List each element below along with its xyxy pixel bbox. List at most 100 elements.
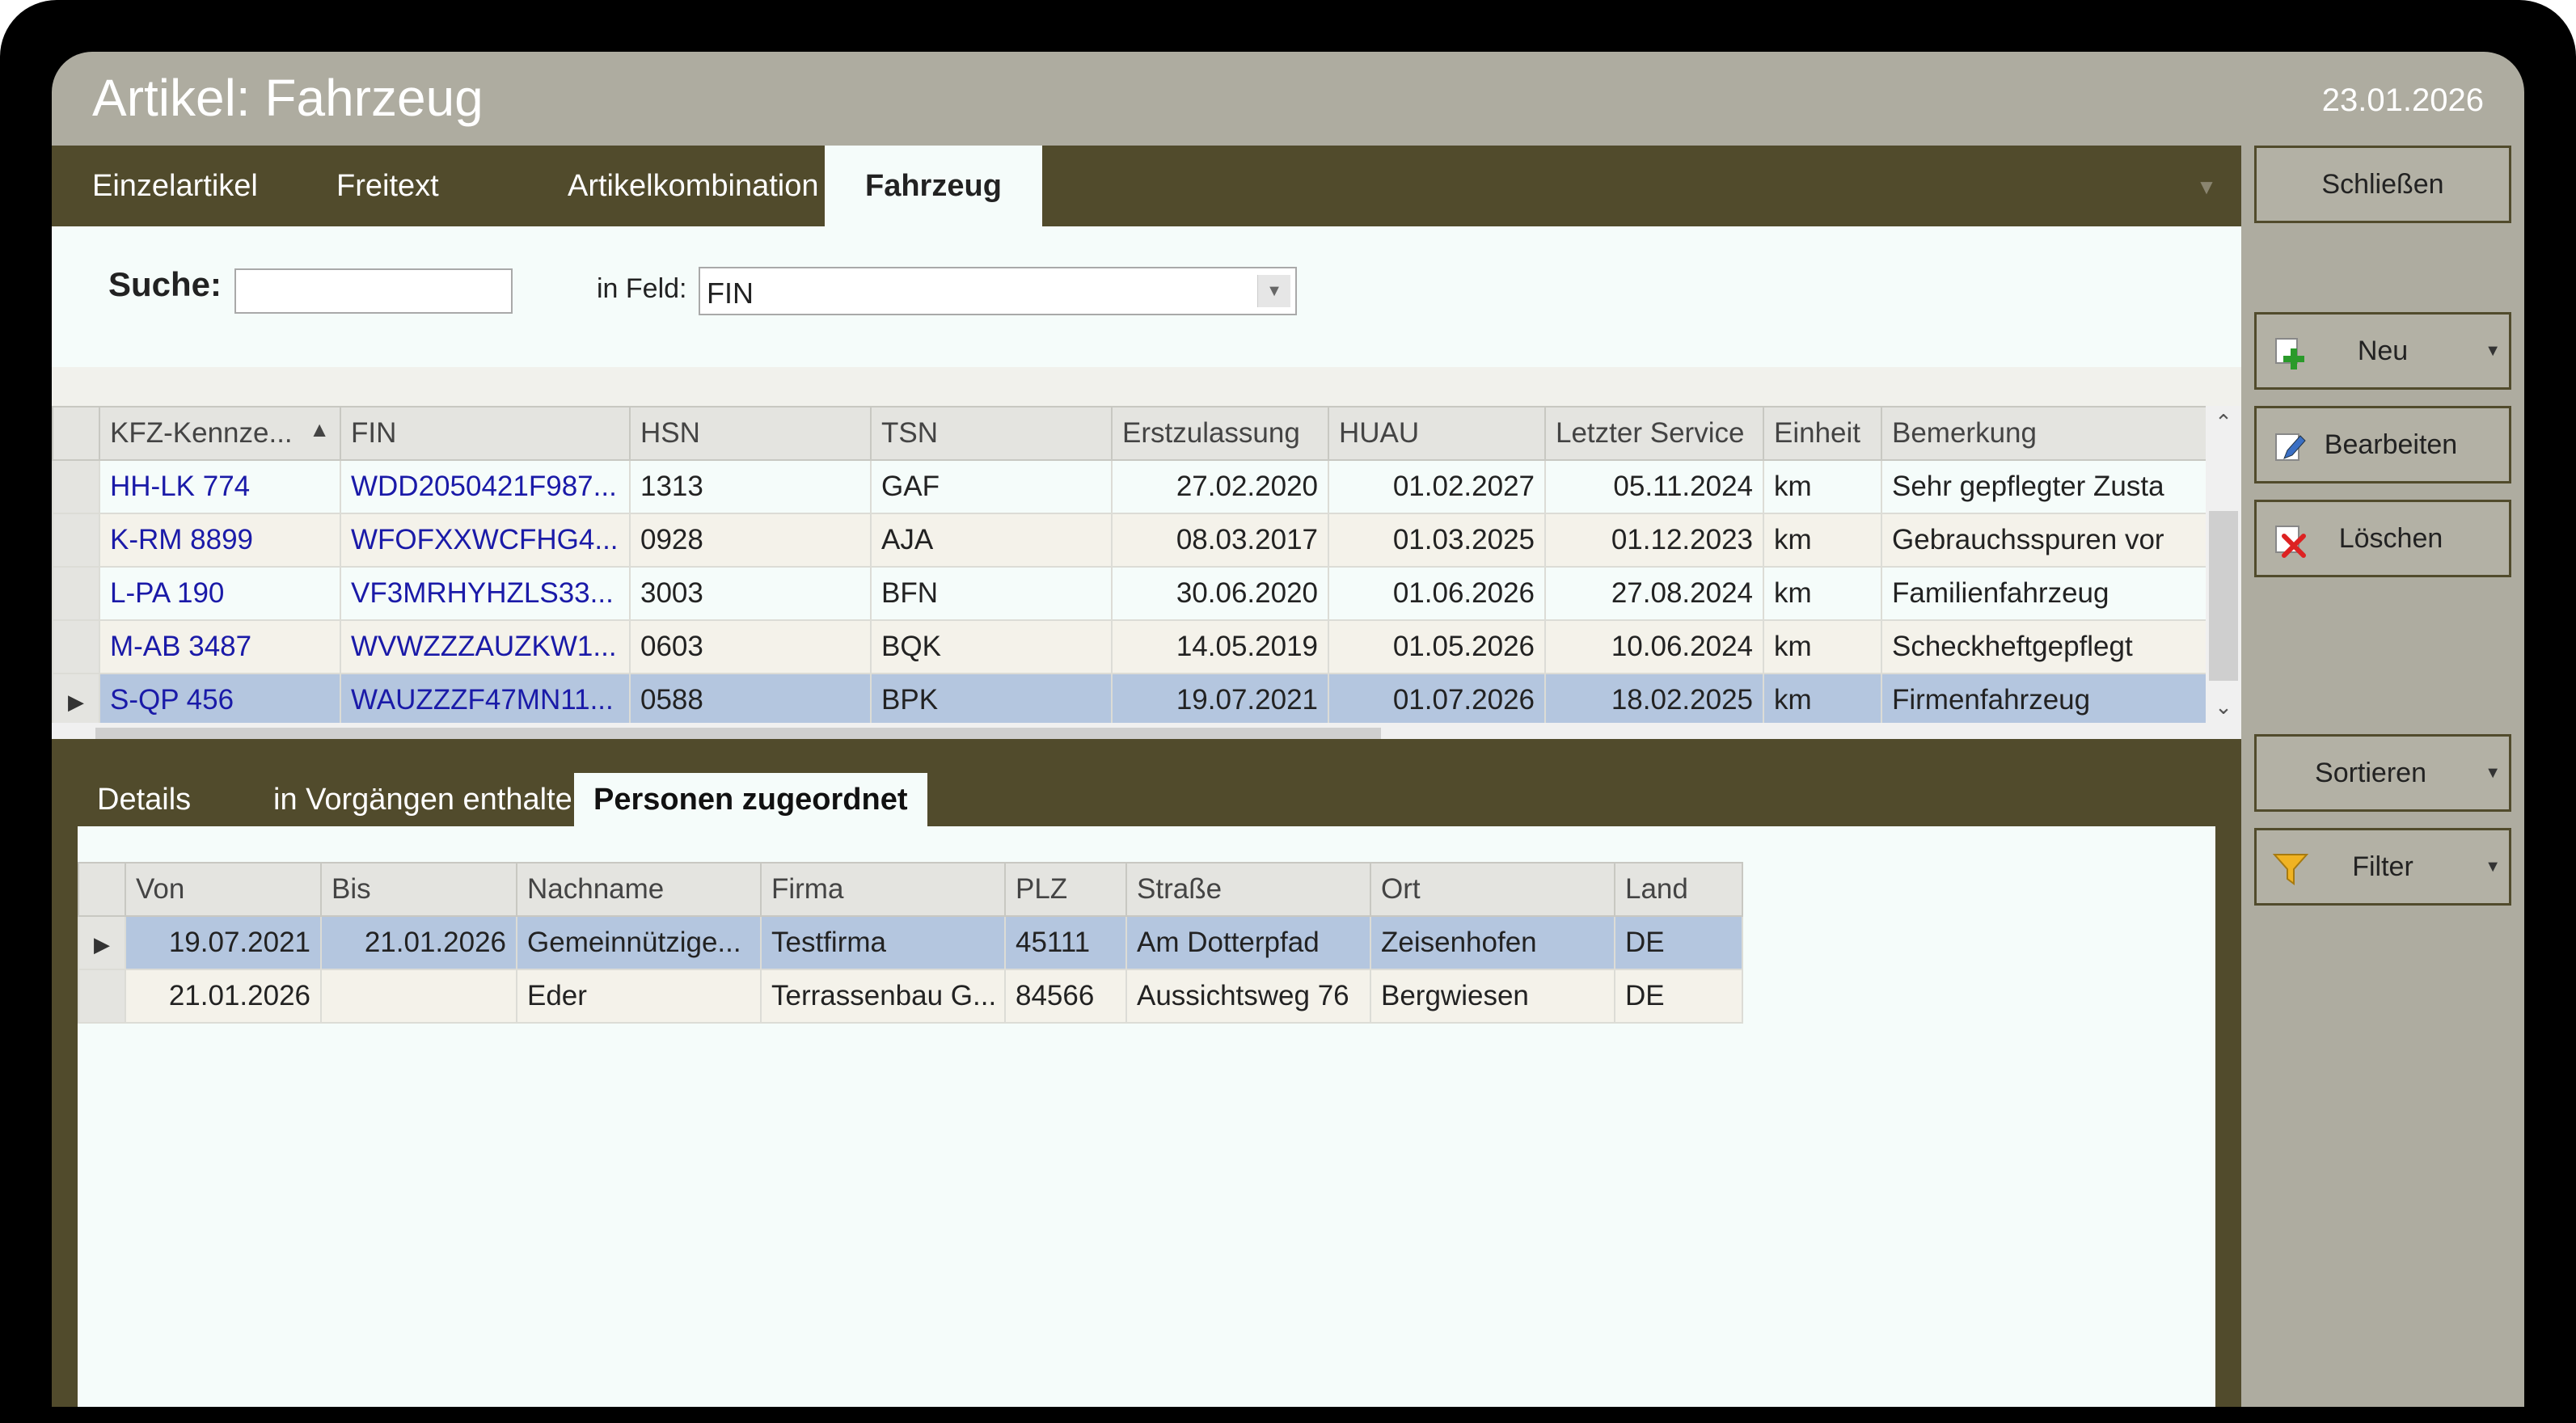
sort-button[interactable]: Sortieren ▼ bbox=[2254, 734, 2511, 812]
cell-letzter-service: 01.12.2023 bbox=[1544, 513, 1764, 568]
cell-einheit: km bbox=[1763, 459, 1882, 514]
vertical-scroll-thumb[interactable] bbox=[2209, 511, 2238, 681]
table-row[interactable]: 21.01.2026 Eder Terrassenbau G... 84566 … bbox=[78, 969, 1743, 1024]
table-row-selected[interactable]: ▶ 19.07.2021 21.01.2026 Gemeinnützige...… bbox=[78, 915, 1743, 970]
column-header-einheit[interactable]: Einheit bbox=[1763, 406, 1882, 461]
cell-land: DE bbox=[1614, 915, 1743, 970]
vehicle-table-header: KFZ-Kennze... ▲ FIN HSN TSN Erstzulassun… bbox=[52, 406, 2207, 461]
cell-strasse: Aussichtsweg 76 bbox=[1125, 969, 1371, 1024]
tab-einzelartikel[interactable]: Einzelartikel bbox=[52, 146, 298, 226]
persons-table-header: Von Bis Nachname Firma PLZ Straße Ort La… bbox=[78, 862, 1743, 917]
chevron-down-icon[interactable]: ▼ bbox=[2485, 315, 2501, 387]
column-header-bis[interactable]: Bis bbox=[320, 862, 517, 917]
cell-von: 21.01.2026 bbox=[125, 969, 322, 1024]
tab-freitext[interactable]: Freitext bbox=[296, 146, 479, 226]
cell-von: 19.07.2021 bbox=[125, 915, 322, 970]
cell-fin[interactable]: VF3MRHYHZLS33... bbox=[340, 566, 631, 621]
column-header-erstzulassung[interactable]: Erstzulassung bbox=[1111, 406, 1329, 461]
cell-erstzulassung: 08.03.2017 bbox=[1111, 513, 1329, 568]
cell-hsn: 1313 bbox=[629, 459, 872, 514]
row-selector[interactable] bbox=[52, 459, 100, 514]
column-header-nachname[interactable]: Nachname bbox=[516, 862, 762, 917]
scroll-down-icon[interactable]: ⌄ bbox=[2206, 690, 2241, 723]
row-selector-header bbox=[78, 862, 126, 917]
chevron-down-icon[interactable]: ▼ bbox=[2485, 830, 2501, 903]
row-selector-header bbox=[52, 406, 100, 461]
row-selector[interactable] bbox=[52, 566, 100, 621]
cell-fin[interactable]: WAUZZZF47MN11... bbox=[340, 673, 631, 728]
table-row[interactable]: L-PA 190 VF3MRHYHZLS33... 3003 BFN 30.06… bbox=[52, 566, 2207, 621]
cell-bemerkung: Scheckheftgepflegt bbox=[1881, 619, 2207, 674]
search-field-select[interactable]: FIN ▼ bbox=[699, 267, 1297, 315]
cell-letzter-service: 27.08.2024 bbox=[1544, 566, 1764, 621]
cell-fin[interactable]: WFOFXXWCFHG4... bbox=[340, 513, 631, 568]
delete-button[interactable]: Löschen bbox=[2254, 500, 2511, 577]
cell-ort: Zeisenhofen bbox=[1370, 915, 1615, 970]
cell-bis bbox=[320, 969, 517, 1024]
tab-overflow-icon[interactable]: ▼ bbox=[2194, 175, 2219, 199]
scroll-up-icon[interactable]: ⌃ bbox=[2206, 406, 2241, 438]
vertical-scrollbar[interactable]: ⌃ ⌄ bbox=[2206, 406, 2241, 723]
tab-details[interactable]: Details bbox=[78, 773, 210, 826]
column-header-kennzeichen[interactable]: KFZ-Kennze... ▲ bbox=[99, 406, 341, 461]
cell-fin[interactable]: WVWZZZAUZKW1... bbox=[340, 619, 631, 674]
chevron-down-icon[interactable]: ▼ bbox=[1257, 275, 1290, 307]
cell-kennzeichen[interactable]: K-RM 8899 bbox=[99, 513, 341, 568]
column-header-huau[interactable]: HUAU bbox=[1328, 406, 1546, 461]
cell-huau: 01.07.2026 bbox=[1328, 673, 1546, 728]
column-header-land[interactable]: Land bbox=[1614, 862, 1743, 917]
new-button[interactable]: Neu ▼ bbox=[2254, 312, 2511, 390]
column-header-firma[interactable]: Firma bbox=[760, 862, 1006, 917]
column-header-tsn[interactable]: TSN bbox=[870, 406, 1113, 461]
cell-tsn: BPK bbox=[870, 673, 1113, 728]
current-row-marker-icon[interactable]: ▶ bbox=[52, 673, 100, 728]
cell-erstzulassung: 30.06.2020 bbox=[1111, 566, 1329, 621]
cell-kennzeichen[interactable]: S-QP 456 bbox=[99, 673, 341, 728]
column-header-letzter-service[interactable]: Letzter Service bbox=[1544, 406, 1764, 461]
row-selector[interactable] bbox=[78, 969, 126, 1024]
cell-kennzeichen[interactable]: HH-LK 774 bbox=[99, 459, 341, 514]
search-field-value: FIN bbox=[707, 277, 754, 310]
close-button[interactable]: Schließen bbox=[2254, 146, 2511, 223]
column-header-bemerkung[interactable]: Bemerkung bbox=[1881, 406, 2207, 461]
cell-huau: 01.06.2026 bbox=[1328, 566, 1546, 621]
current-row-marker-icon[interactable]: ▶ bbox=[78, 915, 126, 970]
filter-button[interactable]: Filter ▼ bbox=[2254, 828, 2511, 906]
cell-plz: 45111 bbox=[1004, 915, 1127, 970]
table-row[interactable]: HH-LK 774 WDD2050421F987... 1313 GAF 27.… bbox=[52, 459, 2207, 514]
table-row[interactable]: M-AB 3487 WVWZZZAUZKW1... 0603 BQK 14.05… bbox=[52, 619, 2207, 674]
search-input[interactable] bbox=[234, 268, 513, 314]
column-header-ort[interactable]: Ort bbox=[1370, 862, 1615, 917]
column-header-fin[interactable]: FIN bbox=[340, 406, 631, 461]
table-row-selected[interactable]: ▶ S-QP 456 WAUZZZF47MN11... 0588 BPK 19.… bbox=[52, 673, 2207, 728]
cell-hsn: 0588 bbox=[629, 673, 872, 728]
chevron-down-icon[interactable]: ▼ bbox=[2485, 737, 2501, 809]
edit-button[interactable]: Bearbeiten bbox=[2254, 406, 2511, 483]
column-header-plz[interactable]: PLZ bbox=[1004, 862, 1127, 917]
cell-bis: 21.01.2026 bbox=[320, 915, 517, 970]
column-header-von[interactable]: Von bbox=[125, 862, 322, 917]
group-strip bbox=[52, 367, 2241, 406]
cell-fin[interactable]: WDD2050421F987... bbox=[340, 459, 631, 514]
row-selector[interactable] bbox=[52, 619, 100, 674]
persons-table: Von Bis Nachname Firma PLZ Straße Ort La… bbox=[78, 862, 1743, 1024]
tab-in-vorgaengen[interactable]: in Vorgängen enthalten bbox=[254, 773, 609, 826]
cell-firma: Terrassenbau G... bbox=[760, 969, 1006, 1024]
row-selector[interactable] bbox=[52, 513, 100, 568]
cell-erstzulassung: 14.05.2019 bbox=[1111, 619, 1329, 674]
tab-personen-zugeordnet[interactable]: Personen zugeordnet bbox=[574, 773, 927, 826]
cell-huau: 01.02.2027 bbox=[1328, 459, 1546, 514]
cell-kennzeichen[interactable]: L-PA 190 bbox=[99, 566, 341, 621]
article-type-tabs: Einzelartikel Freitext Artikelkombinatio… bbox=[52, 146, 2241, 228]
cell-firma: Testfirma bbox=[760, 915, 1006, 970]
detail-panel: Details in Vorgängen enthalten Personen … bbox=[52, 739, 2241, 1407]
tab-fahrzeug[interactable]: Fahrzeug bbox=[825, 146, 1042, 228]
cell-letzter-service: 18.02.2025 bbox=[1544, 673, 1764, 728]
search-label: Suche: bbox=[108, 265, 222, 303]
cell-plz: 84566 bbox=[1004, 969, 1127, 1024]
column-header-strasse[interactable]: Straße bbox=[1125, 862, 1371, 917]
tab-artikelkombination[interactable]: Artikelkombination bbox=[527, 146, 859, 226]
column-header-hsn[interactable]: HSN bbox=[629, 406, 872, 461]
cell-kennzeichen[interactable]: M-AB 3487 bbox=[99, 619, 341, 674]
table-row[interactable]: K-RM 8899 WFOFXXWCFHG4... 0928 AJA 08.03… bbox=[52, 513, 2207, 568]
